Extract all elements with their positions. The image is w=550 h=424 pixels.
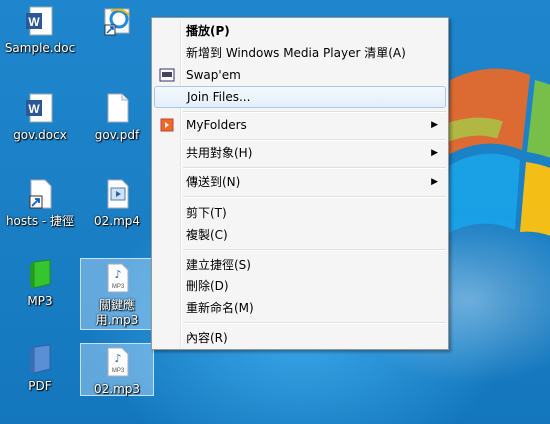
internet-explorer-shortcut-icon bbox=[104, 8, 130, 36]
icon-label: PDF bbox=[28, 379, 52, 393]
menu-item-label: 內容(R) bbox=[186, 331, 228, 345]
desktop: W Sample.doc W gov.docx gov.pdf hosts - … bbox=[0, 0, 550, 424]
desktop-icon-02-mp3-selected[interactable]: ♪ MP3 02.mp3 bbox=[80, 343, 154, 396]
desktop-icon-gov-docx[interactable]: W gov.docx bbox=[3, 92, 77, 143]
shortcut-icon bbox=[29, 179, 52, 209]
menu-item-play[interactable]: 播放(P) bbox=[154, 20, 446, 42]
menu-separator bbox=[183, 111, 446, 113]
menu-item-copy[interactable]: 複製(C) bbox=[154, 224, 446, 246]
desktop-icon-pdf-folder[interactable]: PDF bbox=[3, 343, 77, 394]
icon-label: 02.mp4 bbox=[93, 214, 141, 228]
swapem-icon bbox=[159, 68, 175, 82]
desktop-icon-hosts-shortcut[interactable]: hosts - 捷徑 bbox=[3, 178, 77, 229]
icon-label: hosts - 捷徑 bbox=[5, 214, 75, 228]
mp3-file-icon: ♪ MP3 bbox=[107, 347, 129, 377]
svg-text:♪: ♪ bbox=[114, 352, 121, 365]
desktop-icon-sample-doc[interactable]: W Sample.doc bbox=[3, 5, 77, 56]
svg-text:MP3: MP3 bbox=[112, 284, 125, 290]
menu-item-label: 共用對象(H) bbox=[186, 146, 253, 160]
menu-item-delete[interactable]: 刪除(D) bbox=[154, 275, 446, 297]
mp3-file-icon: ♪ MP3 bbox=[107, 263, 129, 293]
icon-label: 關鍵應用.mp3 bbox=[95, 298, 139, 327]
menu-item-rename[interactable]: 重新命名(M) bbox=[154, 297, 446, 319]
svg-text:♪: ♪ bbox=[114, 268, 121, 281]
menu-item-label: 新增到 Windows Media Player 清單(A) bbox=[186, 46, 406, 60]
context-menu: 播放(P) 新增到 Windows Media Player 清單(A) Swa… bbox=[151, 17, 449, 350]
menu-item-label: 剪下(T) bbox=[186, 206, 227, 220]
menu-separator bbox=[183, 322, 446, 324]
menu-item-join-files[interactable]: Join Files... bbox=[154, 86, 446, 108]
menu-item-properties[interactable]: 內容(R) bbox=[154, 327, 446, 349]
myfolders-icon bbox=[160, 118, 174, 132]
menu-separator bbox=[183, 139, 446, 141]
menu-separator bbox=[183, 167, 446, 169]
submenu-arrow-icon: ▶ bbox=[431, 177, 438, 187]
menu-item-swapem[interactable]: Swap'em bbox=[154, 64, 446, 86]
menu-separator bbox=[183, 196, 446, 198]
menu-item-add-to-wmp-list[interactable]: 新增到 Windows Media Player 清單(A) bbox=[154, 42, 446, 64]
desktop-icon-gov-pdf[interactable]: gov.pdf bbox=[80, 92, 154, 143]
desktop-icon-mp3-file-selected[interactable]: ♪ MP3 關鍵應用.mp3 bbox=[80, 258, 154, 330]
icon-label: 02.mp3 bbox=[93, 382, 141, 396]
desktop-icon-02-mp4[interactable]: 02.mp4 bbox=[80, 178, 154, 229]
menu-item-label: 播放(P) bbox=[186, 24, 230, 38]
icon-label: MP3 bbox=[27, 294, 53, 308]
folder-icon bbox=[30, 344, 51, 374]
menu-item-label: 複製(C) bbox=[186, 228, 228, 242]
svg-text:W: W bbox=[28, 15, 40, 29]
word-document-icon: W bbox=[26, 6, 53, 36]
menu-item-label: 傳送到(N) bbox=[186, 175, 241, 189]
submenu-arrow-icon: ▶ bbox=[431, 120, 438, 130]
menu-item-myfolders[interactable]: MyFolders ▶ bbox=[154, 114, 446, 136]
word-document-icon: W bbox=[26, 93, 53, 123]
folder-icon bbox=[30, 259, 51, 289]
submenu-arrow-icon: ▶ bbox=[431, 148, 438, 158]
icon-label: gov.pdf bbox=[94, 128, 140, 142]
menu-item-cut[interactable]: 剪下(T) bbox=[154, 202, 446, 224]
menu-item-label: 刪除(D) bbox=[186, 279, 229, 293]
desktop-icon-mp3-folder[interactable]: MP3 bbox=[3, 258, 77, 309]
media-file-icon bbox=[107, 179, 129, 209]
desktop-icon-shortcut[interactable] bbox=[80, 5, 154, 41]
svg-text:W: W bbox=[28, 102, 40, 116]
icon-label: Sample.doc bbox=[4, 41, 76, 55]
menu-item-label: 重新命名(M) bbox=[186, 301, 254, 315]
menu-separator bbox=[183, 249, 446, 251]
menu-item-label: MyFolders bbox=[186, 118, 247, 132]
icon-label: gov.docx bbox=[13, 128, 67, 142]
menu-item-share-with[interactable]: 共用對象(H) ▶ bbox=[154, 142, 446, 164]
menu-item-label: Swap'em bbox=[186, 68, 241, 82]
menu-item-create-shortcut[interactable]: 建立捷徑(S) bbox=[154, 254, 446, 276]
blank-document-icon bbox=[107, 93, 129, 123]
menu-item-label: 建立捷徑(S) bbox=[186, 258, 251, 272]
svg-text:MP3: MP3 bbox=[112, 368, 125, 374]
menu-item-send-to[interactable]: 傳送到(N) ▶ bbox=[154, 171, 446, 193]
menu-item-label: Join Files... bbox=[187, 90, 251, 104]
